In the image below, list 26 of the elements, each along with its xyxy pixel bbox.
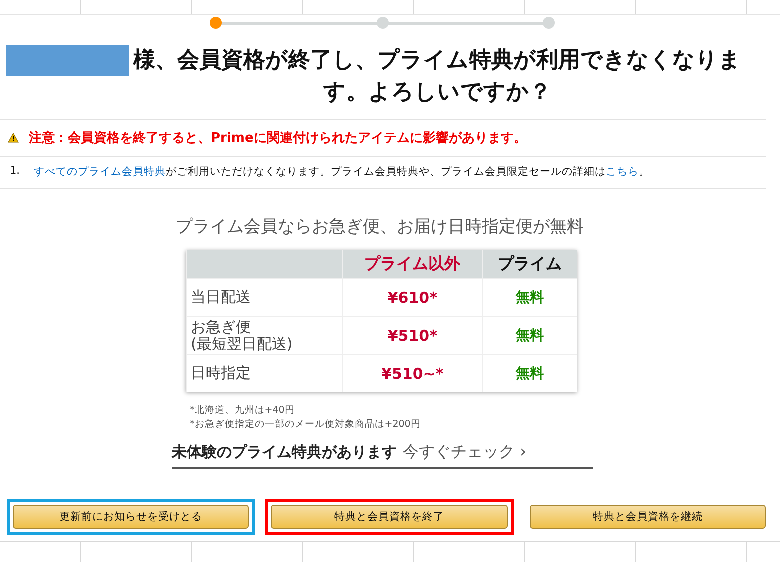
promo-text: 未体験のプライム特典があります: [172, 443, 397, 462]
table-cell: 無料: [482, 354, 577, 392]
footnote: *お急ぎ便指定の一部のメール便対象商品は+200円: [190, 418, 422, 432]
table-cell: 無料: [482, 316, 577, 354]
list-text: すべてのプライム会員特典がご利用いただけなくなります。プライム会員特典や、プライム会員限定セールの詳細は こちら。: [34, 165, 650, 179]
list-number: 1.: [10, 165, 20, 179]
action-button[interactable]: 特典と会員資格を継続: [530, 505, 766, 529]
check-link[interactable]: 今すぐチェック ›: [403, 442, 526, 463]
table-cell: お急ぎ便 (最短翌日配送): [186, 316, 342, 354]
action-button[interactable]: 特典と会員資格を終了: [271, 505, 508, 529]
promo-heading: プライム会員ならお急ぎ便、お届け日時指定便が無料: [175, 216, 585, 238]
page-title: 様、会員資格が終了し、プライム特典が利用できなくなります。よろしいですか？: [132, 47, 742, 107]
table-cell: ¥510~*: [342, 354, 483, 392]
table-cell: 日時指定: [186, 354, 342, 392]
table-cell: ¥610*: [342, 278, 483, 316]
benefits-link[interactable]: すべてのプライム会員特典: [34, 166, 166, 178]
warning-icon: [8, 133, 19, 143]
column-header: プライム: [482, 250, 577, 278]
footnote: *北海道、九州は+40円: [190, 404, 296, 418]
table-cell: ¥510*: [342, 316, 483, 354]
warning-text: 注意：会員資格を終了すると、Primeに関連付けられたアイテムに影響があります。: [29, 130, 527, 147]
details-link[interactable]: こちら: [606, 166, 640, 178]
column-header: プライム以外: [342, 250, 483, 278]
action-button[interactable]: 更新前にお知らせを受けとる: [13, 505, 250, 529]
table-cell: 無料: [482, 278, 577, 316]
table-cell: 当日配送: [186, 278, 342, 316]
